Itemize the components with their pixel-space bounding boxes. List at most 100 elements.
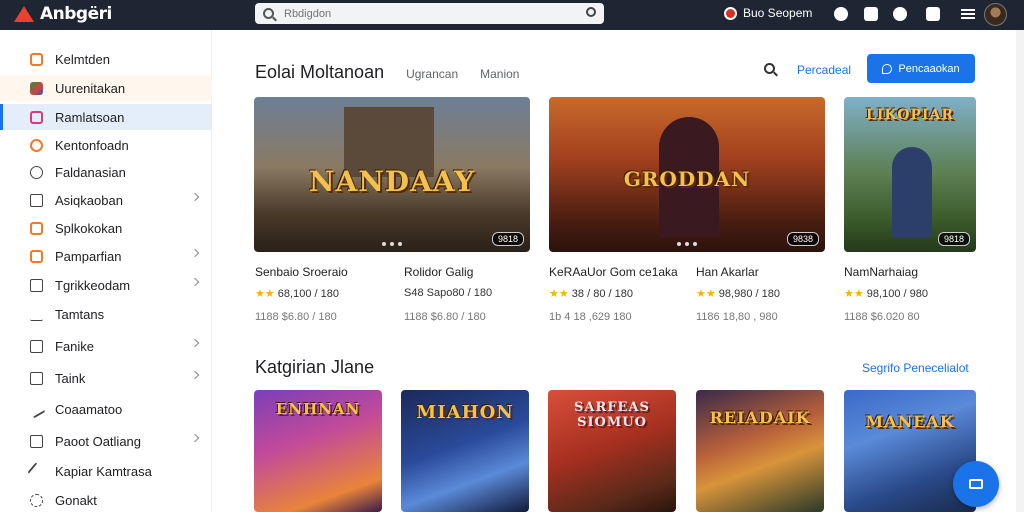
carousel-dots[interactable] (382, 242, 402, 246)
sidebar-item-0[interactable]: Kelmtden (0, 46, 212, 72)
sidebar-item-label: Taink (55, 370, 86, 386)
section-link[interactable]: Segrifo Penecelialot (862, 361, 969, 375)
game-icon (30, 81, 43, 95)
sidebar-item-8[interactable]: Tgrikkeodam (0, 272, 212, 298)
sidebar-item-5[interactable]: Asiqkaoban (0, 187, 212, 213)
sidebar-item-label: Fanike (55, 338, 95, 354)
menu-icon[interactable] (961, 7, 975, 21)
search-bar[interactable] (255, 3, 604, 24)
app-logo[interactable]: Anbgëri (14, 4, 112, 24)
search-icon[interactable] (764, 63, 775, 74)
top-bar: Anbgëri Buo Seopem (0, 0, 1024, 30)
featured-card-image[interactable]: LIKOPIAR 9818 (844, 97, 976, 252)
sidebar-item-label: Ramlatsoan (55, 109, 125, 125)
tab-1[interactable]: Manion (480, 67, 519, 81)
page-title: Eolai Moltanoan (255, 62, 385, 82)
featured-card-image[interactable]: NANDAAY 9818 (254, 97, 530, 252)
gear-icon (30, 493, 43, 507)
floating-chat-button[interactable] (953, 461, 999, 507)
sidebar-item-label: Tgrikkeodam (55, 277, 131, 293)
sidebar-item-9[interactable]: Tamtans (0, 301, 212, 327)
section-title: Katgirian Jlane (255, 357, 375, 377)
chat-icon (969, 479, 983, 489)
logo-icon (14, 6, 34, 22)
compass-icon (30, 165, 43, 179)
sidebar-item-label: Pamparfian (55, 248, 122, 264)
chevron-right-icon (190, 248, 200, 258)
card-meta: 1188 $6.020 80 (844, 311, 920, 323)
app-title: Anbgëri (40, 4, 112, 24)
category-card[interactable]: MIAHON (401, 390, 529, 512)
folder-icon (30, 339, 43, 353)
featured-card-image[interactable]: GRODDAN 9838 (549, 97, 825, 252)
card-title[interactable]: NamNarhaiag (844, 265, 918, 279)
sidebar-item-2[interactable]: Ramlatsoan (0, 104, 212, 130)
game-art-title: GRODDAN (623, 167, 751, 191)
card-title[interactable]: Han Akarlar (696, 265, 759, 279)
play-icon[interactable] (834, 7, 848, 21)
sidebar-item-label: Gonakt (55, 492, 97, 508)
sidebar-item-4[interactable]: Faldanasian (0, 159, 212, 185)
sidebar-item-15[interactable]: Gonakt (0, 487, 212, 512)
user-account[interactable]: Buo Seopem (724, 6, 812, 20)
header-link[interactable]: Percadeal (797, 63, 851, 77)
chevron-right-icon (190, 277, 200, 287)
card-rating-value: 98,980 / 180 (718, 288, 780, 300)
star-icon: ★★ (696, 288, 716, 300)
category-card[interactable]: SARFEAS SIOMUO (548, 390, 676, 512)
sidebar-item-label: Tamtans (55, 306, 105, 322)
game-art-title: ENHNAN (275, 400, 361, 418)
card-rating: ★★ 68,100 / 180 (255, 287, 339, 300)
sidebar-item-label: Uurenitakan (55, 80, 126, 96)
sidebar-item-10[interactable]: Fanike (0, 333, 212, 359)
user-name: Buo Seopem (743, 6, 813, 20)
chevron-right-icon (190, 370, 200, 380)
sidebar-item-11[interactable]: Taink (0, 365, 212, 391)
library-icon (30, 110, 43, 124)
sidebar-item-13[interactable]: Paoot Oatliang (0, 428, 212, 454)
box-icon (30, 221, 43, 235)
card-meta: 1188 $6.80 / 180 (404, 311, 486, 323)
sidebar: Kelmtden Uurenitakan Ramlatsoan Kentonfo… (0, 30, 212, 512)
sidebar-item-14[interactable]: Kapiar Kamtrasa (0, 458, 212, 484)
card-rating: S48 Sapo80 / 180 (404, 287, 493, 299)
game-art-title: LIKOPIAR (866, 107, 954, 123)
category-card[interactable]: ENHNAN (254, 390, 382, 512)
sidebar-item-1[interactable]: Uurenitakan (0, 75, 212, 101)
bookmark-icon[interactable] (926, 7, 940, 21)
list-icon (30, 278, 43, 292)
card-rating-value: 98,100 / 980 (866, 288, 928, 300)
sidebar-item-12[interactable]: Coaamatoo (0, 396, 212, 422)
tab-0[interactable]: Ugrancan (406, 67, 458, 81)
sidebar-item-3[interactable]: Kentonfoadn (0, 132, 212, 158)
primary-button[interactable]: Pencaaokan (867, 54, 975, 83)
flower-icon[interactable] (893, 7, 907, 21)
monitor-icon (30, 434, 43, 448)
sidebar-item-label: Splkokokan (55, 220, 123, 236)
star-icon: ★★ (549, 288, 569, 300)
category-card[interactable]: REIADAIK (696, 390, 824, 512)
card-rating: ★★ 98,980 / 180 (696, 287, 780, 300)
card-rating-value: 38 / 80 / 180 (571, 288, 633, 300)
card-meta: 1188 $6.80 / 180 (255, 311, 337, 323)
card-badge: 9838 (786, 232, 819, 246)
search-input[interactable] (284, 7, 574, 20)
card-title[interactable]: KeRAaUor Gom ce1aka (549, 265, 678, 279)
user-status-icon (724, 6, 737, 20)
card-rating-value: 68,100 / 180 (277, 288, 339, 300)
game-art-title: MIAHON (416, 402, 514, 423)
sidebar-item-6[interactable]: Splkokokan (0, 215, 212, 241)
scrollbar[interactable] (1016, 30, 1024, 512)
tool-icon (27, 400, 46, 418)
game-art-title: REIADAIK (709, 408, 811, 427)
chevron-right-icon (190, 192, 200, 202)
search-submit-icon[interactable] (586, 7, 596, 17)
star-icon: ★★ (844, 288, 864, 300)
sidebar-item-7[interactable]: Pamparfian (0, 243, 212, 269)
share-icon[interactable] (864, 7, 878, 21)
refresh-icon (30, 138, 43, 152)
card-title[interactable]: Rolidor Galig (404, 265, 473, 279)
card-title[interactable]: Senbaio Sroeraio (255, 265, 348, 279)
avatar[interactable] (984, 3, 1007, 26)
carousel-dots[interactable] (677, 242, 697, 246)
